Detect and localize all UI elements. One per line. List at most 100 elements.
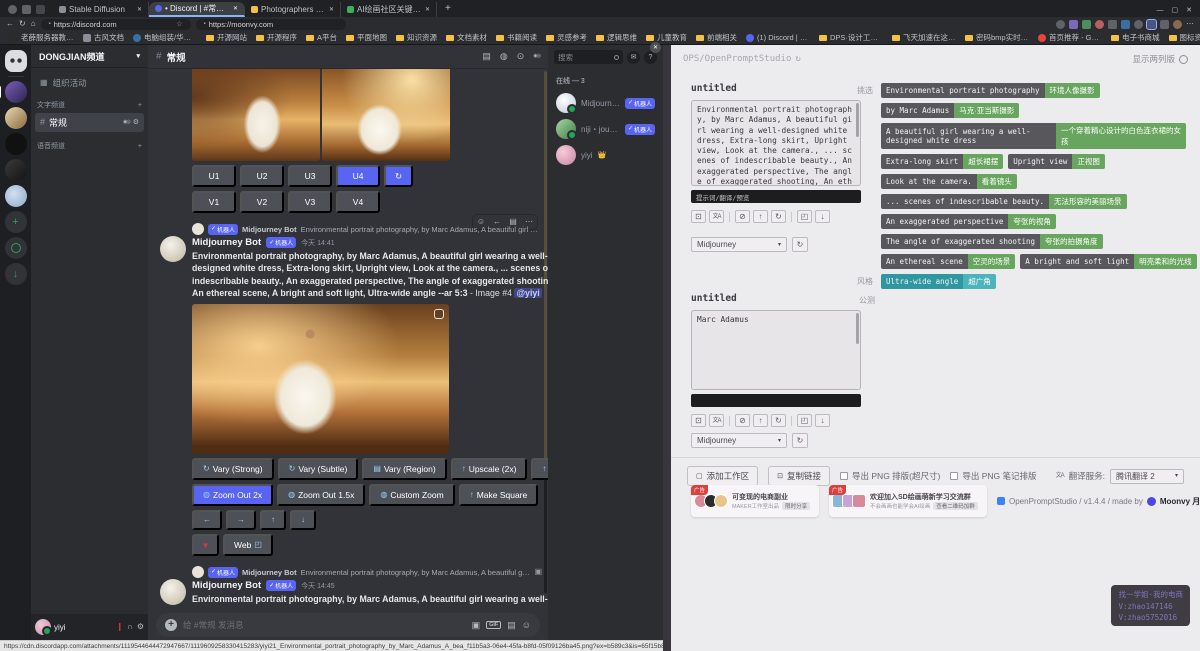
tab-zhihu[interactable]: AI绘画社区关键词合集 - 知乎 bbox=[341, 2, 437, 17]
profile-avatar[interactable] bbox=[8, 5, 17, 14]
prompt-tag[interactable]: Extra-long skirt超长裙摆 bbox=[881, 154, 1003, 169]
headphones-icon[interactable] bbox=[127, 623, 133, 631]
prompt-tag[interactable]: Upright view正视图 bbox=[1008, 154, 1105, 169]
address-bar-left[interactable]: https://discord.com bbox=[41, 19, 191, 30]
bookmark-item[interactable]: 首页推荐 - Google bbox=[1034, 32, 1106, 43]
home-icon[interactable] bbox=[31, 20, 36, 28]
address-bar-right[interactable]: https://moonvy.com bbox=[196, 19, 346, 30]
v4-button[interactable]: V4 bbox=[336, 191, 380, 213]
close-tab-icon[interactable] bbox=[425, 7, 430, 13]
server-icon[interactable] bbox=[5, 159, 27, 181]
engine-refresh-button[interactable] bbox=[792, 433, 808, 448]
member-yiyi[interactable]: yiyi 👑 bbox=[554, 142, 657, 168]
web-button[interactable]: Web bbox=[223, 534, 273, 556]
extension-icon[interactable] bbox=[1121, 20, 1130, 29]
prompt-tag[interactable]: The angle of exaggerated shooting夸张的拍摄角度 bbox=[881, 234, 1103, 249]
extension-icon[interactable] bbox=[1160, 20, 1169, 29]
custom-zoom-button[interactable]: Custom Zoom bbox=[369, 484, 454, 506]
u3-button[interactable]: U3 bbox=[288, 165, 332, 187]
extension-icon[interactable] bbox=[1108, 20, 1117, 29]
translate-button[interactable] bbox=[709, 210, 724, 223]
grid-image-2[interactable] bbox=[322, 69, 450, 161]
member-niji-journey[interactable]: niji・journey … 机器人 bbox=[554, 116, 657, 142]
v2-button[interactable]: V2 bbox=[240, 191, 284, 213]
make-square-button[interactable]: Make Square bbox=[459, 484, 539, 506]
send-up-button[interactable] bbox=[753, 210, 768, 223]
bookmark-folder[interactable]: A平台 bbox=[302, 32, 341, 43]
reply-context[interactable]: 机器人 Midjourney Bot Environmental portrai… bbox=[192, 566, 542, 578]
bookmark-item[interactable]: 电脑组装/华硕电脑 bbox=[129, 32, 201, 43]
prompt-tag[interactable]: ... scenes of indescribable beauty.无法形容的… bbox=[881, 194, 1127, 209]
zoom-out-15x-button[interactable]: Zoom Out 1.5x bbox=[277, 484, 365, 506]
prompt-tag[interactable]: Look at the camera.看着镜头 bbox=[881, 174, 1017, 189]
upscale-4x-button[interactable]: Upscale (4x) bbox=[531, 458, 548, 480]
save-button[interactable] bbox=[815, 210, 830, 223]
reload-icon[interactable] bbox=[19, 20, 26, 28]
search-box[interactable] bbox=[554, 50, 623, 64]
back-icon[interactable] bbox=[6, 20, 14, 28]
doc-title[interactable]: untitled bbox=[691, 293, 861, 304]
extension-icon[interactable] bbox=[1134, 20, 1143, 29]
u4-button[interactable]: U4 bbox=[336, 165, 380, 187]
server-icon[interactable] bbox=[5, 81, 27, 103]
grid-image-1[interactable] bbox=[192, 69, 320, 161]
bookmark-folder[interactable]: 飞天加速在这里, pe改... bbox=[888, 32, 960, 43]
invite-people-icon[interactable] bbox=[123, 119, 130, 126]
prompt-tag[interactable]: A beautiful girl wearing a well-designed… bbox=[881, 123, 1186, 149]
bookmark-folder[interactable]: 书籍阅读 bbox=[492, 32, 541, 43]
bookmark-folder[interactable]: 儿童教育 bbox=[642, 32, 691, 43]
extension-icon[interactable] bbox=[1069, 20, 1078, 29]
user-settings-icon[interactable] bbox=[137, 623, 144, 631]
member-list-icon[interactable] bbox=[533, 52, 540, 61]
user-avatar[interactable] bbox=[35, 619, 51, 635]
bot-avatar[interactable] bbox=[160, 236, 186, 262]
generated-image-attachment[interactable] bbox=[192, 304, 449, 454]
mention-yiyi[interactable]: @yiyi bbox=[514, 288, 541, 298]
explore-servers-button[interactable] bbox=[5, 237, 27, 259]
extension-icon[interactable] bbox=[1082, 20, 1091, 29]
translate-service-select[interactable]: 腾讯翻译 2 bbox=[1110, 469, 1184, 484]
prompt-textarea[interactable]: Marc Adamus bbox=[691, 310, 861, 390]
close-split-icon[interactable] bbox=[650, 42, 661, 53]
notifications-icon[interactable] bbox=[500, 52, 508, 61]
save-button[interactable] bbox=[815, 414, 830, 427]
refresh-button[interactable] bbox=[771, 210, 786, 223]
bookmark-folder[interactable]: 图标资源集 bbox=[1165, 32, 1200, 43]
bookmark-folder[interactable]: DPS·设计工具 在 去... bbox=[815, 32, 887, 43]
zoom-out-2x-button[interactable]: Zoom Out 2x bbox=[192, 484, 273, 506]
mic-muted-icon[interactable] bbox=[116, 623, 123, 631]
prompt-textarea[interactable]: Environmental portrait photography, by M… bbox=[691, 100, 861, 186]
server-icon[interactable] bbox=[5, 185, 27, 207]
refresh-button[interactable] bbox=[771, 414, 786, 427]
bookmark-folder[interactable]: 开源程序 bbox=[252, 32, 301, 43]
copy-button[interactable] bbox=[691, 210, 706, 223]
clear-button[interactable] bbox=[735, 210, 750, 223]
prompt-tag[interactable]: A bright and soft light明亮柔和的光线 bbox=[1020, 254, 1196, 269]
new-tab-button[interactable] bbox=[437, 3, 459, 17]
pan-up-button[interactable] bbox=[260, 510, 286, 530]
copy-button[interactable] bbox=[691, 414, 706, 427]
brand-link[interactable]: Moonvy 月维 bbox=[1160, 496, 1200, 507]
add-channel-icon[interactable] bbox=[138, 102, 142, 109]
vary-strong-button[interactable]: Vary (Strong) bbox=[192, 458, 274, 480]
bookmark-folder[interactable]: 逻辑思维 bbox=[592, 32, 641, 43]
category-voice-channels[interactable]: 语音频道 bbox=[31, 133, 148, 153]
close-window-icon[interactable] bbox=[1186, 7, 1192, 14]
sidebar-item-events[interactable]: 组织活动 bbox=[35, 74, 144, 92]
doc-title[interactable]: untitled bbox=[691, 83, 861, 94]
add-workspace-button[interactable]: 添加工作区 bbox=[687, 466, 758, 486]
discord-home-button[interactable] bbox=[5, 50, 27, 72]
v1-button[interactable]: V1 bbox=[192, 191, 236, 213]
ad-card-sd-group[interactable]: 广告 欢迎加入SD绘画萌新学习交流群 不会画画也能学会AI绘画查看二维码加群 bbox=[829, 485, 987, 517]
bookmark-star-icon[interactable] bbox=[176, 21, 182, 28]
engine-refresh-button[interactable] bbox=[792, 237, 808, 252]
pan-right-button[interactable] bbox=[226, 510, 256, 530]
bookmark-folder[interactable]: 知识资源 bbox=[392, 32, 441, 43]
u1-button[interactable]: U1 bbox=[192, 165, 236, 187]
bookmark-folder[interactable]: 灵感参考 bbox=[542, 32, 591, 43]
bookmark-folder[interactable]: 电子书商城 bbox=[1107, 32, 1164, 43]
reroll-button[interactable] bbox=[384, 165, 413, 187]
bookmark-folder[interactable]: 文档素材 bbox=[442, 32, 491, 43]
add-attachment-icon[interactable] bbox=[165, 619, 177, 631]
split-screen-icon[interactable] bbox=[1147, 20, 1156, 29]
